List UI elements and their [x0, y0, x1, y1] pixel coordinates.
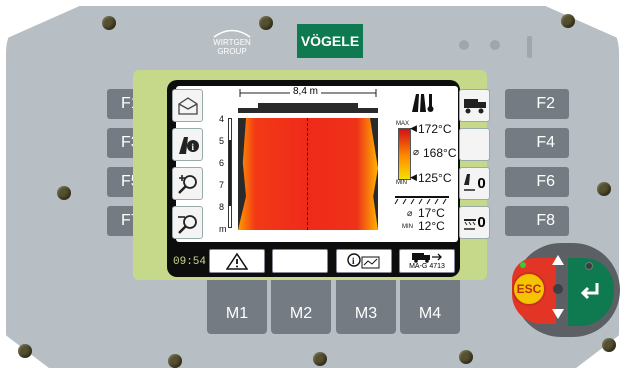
- dpad-center: [553, 284, 563, 294]
- zero-road-softkey[interactable]: 0: [459, 167, 490, 200]
- y-tick-6: 6: [219, 158, 225, 168]
- ambient-avg-temperature: 17°C: [418, 206, 445, 220]
- avg-symbol: ⌀: [413, 147, 420, 158]
- screw-top-right: [561, 14, 575, 28]
- signal-indicator: 0.34: [466, 250, 488, 275]
- screed-zero-icon: [464, 218, 477, 230]
- truck-softkey[interactable]: [459, 89, 490, 122]
- info-chart-icon: i: [347, 253, 380, 269]
- down-key[interactable]: [546, 302, 570, 326]
- truck-arrow-icon: [412, 252, 442, 263]
- screw-bottom-2: [168, 354, 182, 368]
- message-softkey[interactable]: [172, 89, 203, 122]
- blank-softkey[interactable]: [459, 128, 490, 161]
- screw-bottom-5: [602, 338, 616, 352]
- gray-led: [585, 262, 593, 270]
- road-zero-value: 0: [477, 175, 486, 192]
- y-tick-7: 7: [219, 180, 225, 190]
- y-tick-5: 5: [219, 136, 225, 146]
- avg-temperature: 168°C: [423, 146, 457, 160]
- vogele-logo: VÖGELE: [297, 24, 363, 58]
- up-key[interactable]: [546, 248, 570, 272]
- screw-bottom-3: [313, 352, 327, 366]
- min-label: MIN: [396, 180, 407, 186]
- max-label: MAX: [396, 121, 410, 127]
- screw-bottom-1: [18, 344, 32, 358]
- signal-value: 0.34: [466, 268, 480, 275]
- f8-key[interactable]: F8: [505, 206, 569, 236]
- ambient-avg-symbol: ⌀: [407, 208, 413, 218]
- clock: 09:54: [173, 256, 207, 268]
- road-zero-icon: [464, 173, 476, 191]
- screw-top-left: [102, 16, 116, 30]
- enter-arrow-icon: [580, 283, 599, 300]
- wirtgen-logo-text: WIRTGEN GROUP: [213, 38, 251, 56]
- vogele-logo-text: VÖGELE: [300, 33, 360, 49]
- ambient-min-label: MIN: [402, 224, 413, 230]
- status-led-2: [490, 40, 500, 50]
- temperature-heatmap: [238, 118, 378, 230]
- warning-triangle-icon: [226, 252, 248, 270]
- m4-key[interactable]: M4: [400, 272, 460, 334]
- screw-right-mid: [597, 182, 611, 196]
- arrow-up-icon: [552, 255, 564, 265]
- wirtgen-logo: WIRTGEN GROUP: [210, 26, 254, 56]
- f6-key[interactable]: F6: [505, 167, 569, 197]
- status-led-1: [459, 40, 469, 50]
- m3-key[interactable]: M3: [336, 272, 396, 334]
- screw-bottom-4: [459, 350, 473, 364]
- screed-graphic: [238, 101, 378, 115]
- max-marker: ◀: [410, 123, 417, 133]
- f2-key[interactable]: F2: [505, 89, 569, 119]
- ambient-min-temperature: 12°C: [418, 219, 445, 233]
- arrow-down-icon: [552, 309, 564, 319]
- y-axis-bar-fill: [229, 140, 231, 206]
- green-led: [520, 262, 526, 268]
- warning-indicator: [527, 36, 532, 58]
- empty-softkey[interactable]: [272, 249, 328, 273]
- y-axis-unit: m: [219, 224, 227, 234]
- svg-text:i: i: [352, 256, 355, 266]
- width-dimension: 8,4 m: [238, 86, 378, 99]
- screw-left-mid: [57, 186, 71, 200]
- zoom-out-icon: [177, 214, 197, 234]
- heatmap-center-line: [307, 118, 308, 230]
- min-marker: ◀: [410, 172, 417, 182]
- signal-strength-icon: [467, 254, 481, 262]
- zoom-in-icon: [177, 174, 197, 194]
- screw-top-mid: [259, 16, 273, 30]
- width-label: 8,4 m: [290, 86, 322, 97]
- truck-icon: [463, 98, 486, 113]
- esc-label: ESC: [516, 282, 542, 296]
- machine-id: MA-G 4713: [409, 262, 445, 270]
- zoom-in-softkey[interactable]: [172, 167, 203, 200]
- y-tick-8: 8: [219, 202, 225, 212]
- min-temperature: 125°C: [418, 171, 452, 185]
- m2-key[interactable]: M2: [271, 272, 331, 334]
- zero-screed-softkey[interactable]: 0: [459, 206, 490, 239]
- esc-button[interactable]: ESC: [512, 272, 546, 306]
- screed-zero-value: 0: [477, 214, 486, 231]
- envelope-icon: [177, 96, 198, 115]
- ground-icon: [394, 192, 450, 205]
- warning-softkey[interactable]: [209, 249, 265, 273]
- max-temperature: 172°C: [418, 122, 452, 136]
- y-tick-4: 4: [219, 114, 225, 124]
- road-info-icon: i: [178, 136, 199, 154]
- screed-icon: [238, 103, 378, 113]
- m1-key[interactable]: M1: [207, 272, 267, 334]
- f4-key[interactable]: F4: [505, 128, 569, 158]
- zoom-out-softkey[interactable]: [172, 206, 203, 239]
- road-info-softkey[interactable]: i: [172, 128, 203, 161]
- machine-softkey[interactable]: MA-G 4713: [399, 249, 455, 273]
- wirtgen-emblem-icon: [213, 29, 251, 38]
- info-softkey[interactable]: i: [336, 249, 392, 273]
- road-thermometer-icon: [410, 92, 436, 114]
